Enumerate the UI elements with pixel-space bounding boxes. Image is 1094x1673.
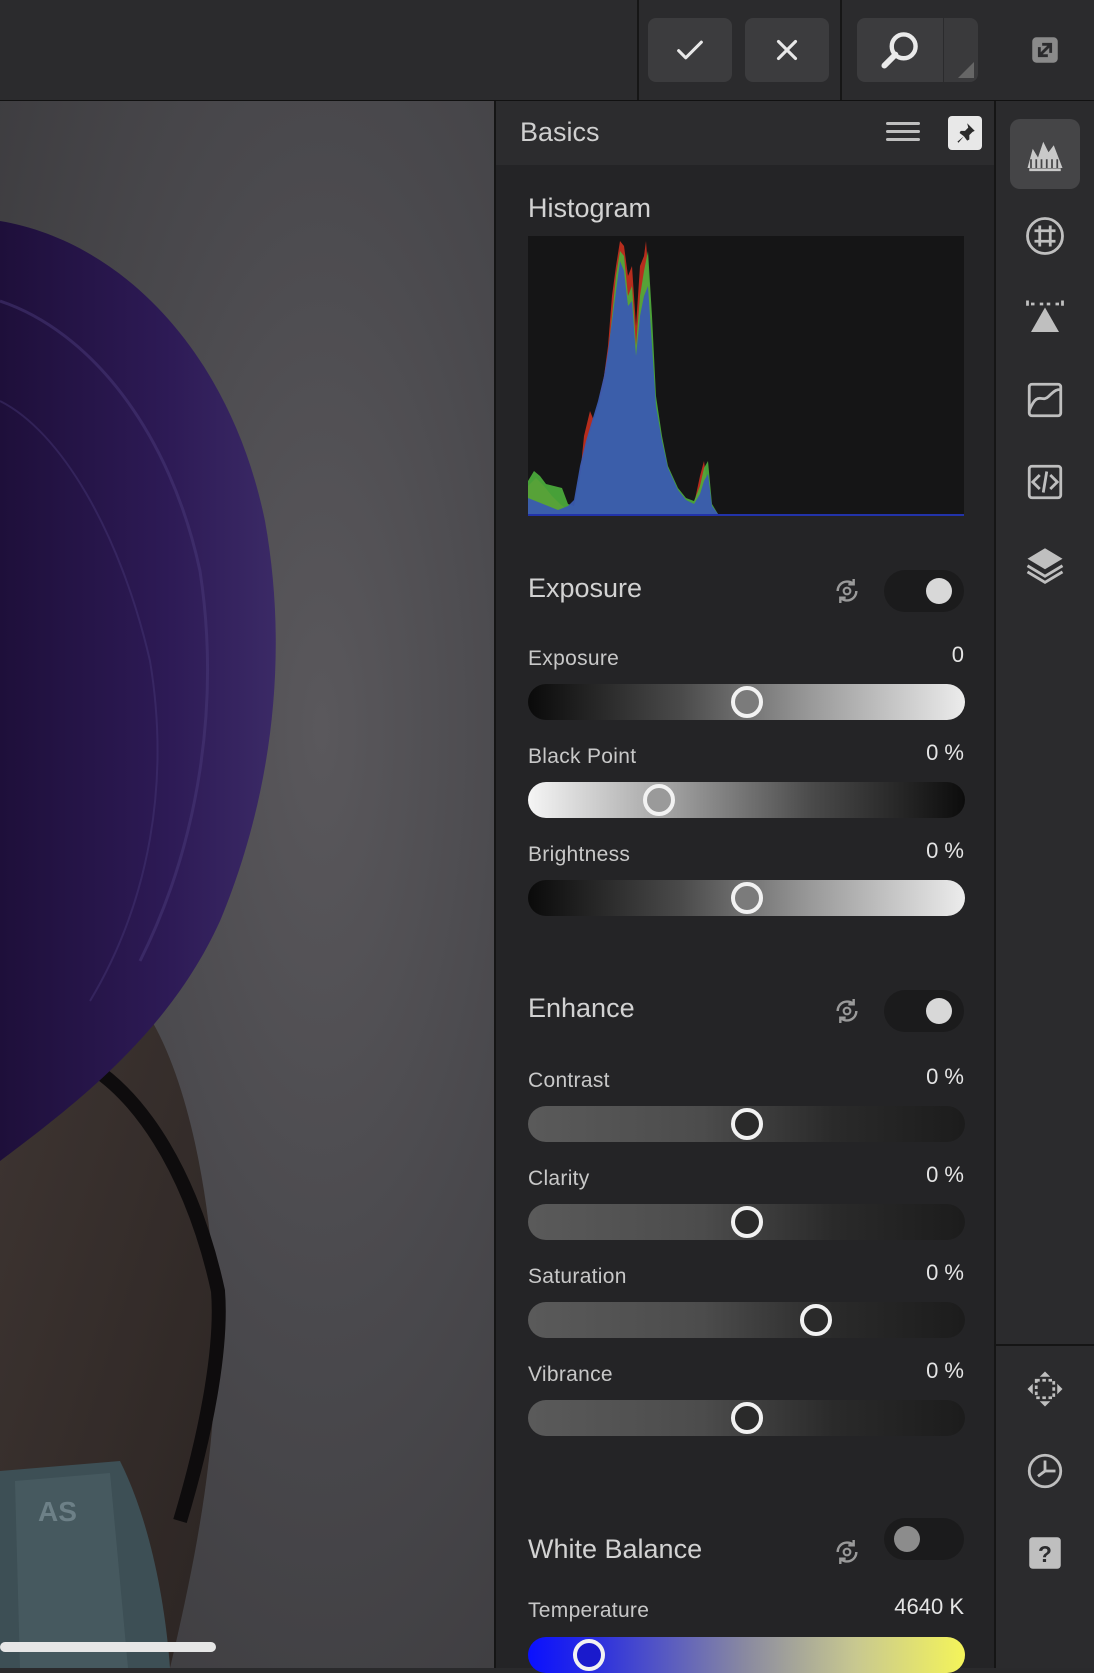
zoom-options-button[interactable]: [943, 18, 978, 82]
slider-thumb[interactable]: [800, 1304, 833, 1336]
slider-value[interactable]: 0 %: [926, 740, 964, 766]
histogram-icon: [1027, 141, 1063, 172]
top-toolbar: [0, 0, 1094, 101]
slider-thumb[interactable]: [730, 1402, 763, 1434]
close-icon: [776, 39, 798, 61]
grid-tool-button[interactable]: [1010, 201, 1080, 271]
slider-thumb[interactable]: [730, 686, 763, 718]
basics-panel: Basics Histogram Exposure Exposure 0 Bla…: [494, 101, 996, 1673]
menu-icon-line: [886, 130, 920, 133]
white-balance-section-title: White Balance: [528, 1534, 703, 1564]
slider-label: Contrast: [528, 1069, 610, 1092]
slider-label: Exposure: [528, 647, 620, 670]
curves-tool-button[interactable]: [1010, 365, 1080, 435]
contrast-slider[interactable]: [528, 1106, 965, 1142]
clarity-slider[interactable]: [528, 1204, 965, 1240]
black-point-slider[interactable]: [528, 782, 965, 818]
exposure-slider[interactable]: [528, 684, 965, 720]
exposure-section-title: Exposure: [528, 573, 643, 603]
slider-thumb[interactable]: [573, 1639, 606, 1671]
pin-button[interactable]: [948, 116, 982, 150]
cancel-button[interactable]: [745, 18, 829, 82]
histogram-title: Histogram: [528, 193, 652, 223]
panel-header: Basics: [496, 101, 994, 165]
dropdown-corner-icon: [958, 62, 974, 78]
help-button[interactable]: ?: [1010, 1518, 1080, 1588]
enhance-toggle[interactable]: [884, 990, 964, 1032]
slider-value[interactable]: 0 %: [926, 1358, 964, 1384]
slider-value[interactable]: 0 %: [926, 1260, 964, 1286]
move-icon: [1027, 1371, 1063, 1407]
exposure-toggle[interactable]: [884, 570, 964, 612]
slider-thumb[interactable]: [730, 1108, 763, 1140]
slider-value[interactable]: 4640 K: [894, 1594, 964, 1620]
toolbar-divider: [996, 1344, 1094, 1346]
slider-value[interactable]: 0 %: [926, 1162, 964, 1188]
enhance-section-title: Enhance: [528, 993, 635, 1023]
histogram-graph: [528, 241, 964, 516]
slider-value[interactable]: 0 %: [926, 838, 964, 864]
histogram-chart: [528, 236, 964, 516]
slider-label: Saturation: [528, 1265, 627, 1288]
zoom-button[interactable]: [857, 18, 943, 82]
reset-icon[interactable]: [831, 1536, 863, 1568]
slider-label: Temperature: [528, 1599, 650, 1622]
photo-image: AS: [0, 221, 276, 1668]
expand-button[interactable]: [1020, 30, 1070, 70]
slider-thumb[interactable]: [643, 784, 676, 816]
saturation-slider[interactable]: [528, 1302, 965, 1338]
menu-icon: [886, 122, 920, 125]
slider-value[interactable]: 0: [952, 642, 964, 668]
slider-thumb[interactable]: [730, 882, 763, 914]
toggle-knob: [926, 998, 952, 1024]
slider-label: Brightness: [528, 843, 631, 866]
sharpen-icon: [1026, 300, 1064, 332]
slider-label: Clarity: [528, 1167, 590, 1190]
toggle-knob: [926, 578, 952, 604]
menu-icon-line: [886, 138, 920, 141]
white-balance-toggle[interactable]: [884, 1518, 964, 1560]
panel-menu-button[interactable]: [886, 117, 920, 149]
svg-text:?: ?: [1038, 1541, 1052, 1567]
panel-title: Basics: [520, 117, 600, 147]
slider-value[interactable]: 0 %: [926, 1064, 964, 1090]
toggle-knob: [894, 1526, 920, 1552]
toolbar-divider: [840, 0, 842, 100]
brightness-slider[interactable]: [528, 880, 965, 916]
home-indicator[interactable]: [0, 1642, 216, 1652]
grid-icon: [1026, 217, 1064, 255]
slider-thumb[interactable]: [730, 1206, 763, 1238]
slider-label: Black Point: [528, 745, 637, 768]
slider-label: Vibrance: [528, 1363, 613, 1386]
expand-icon: [1032, 37, 1058, 63]
reset-icon[interactable]: [831, 995, 863, 1027]
photo-canvas[interactable]: AS: [0, 101, 494, 1668]
history-icon: [1027, 1453, 1063, 1489]
magnifier-icon: [881, 32, 918, 69]
book-text: AS: [38, 1496, 77, 1527]
move-tool-button[interactable]: [1010, 1354, 1080, 1424]
right-toolbar: ?: [996, 101, 1094, 1668]
checkmark-icon: [677, 40, 703, 60]
layers-tool-button[interactable]: [1010, 529, 1080, 599]
histogram-tool-button[interactable]: [1010, 119, 1080, 189]
sharpen-tool-button[interactable]: [1010, 283, 1080, 353]
help-icon: ?: [1029, 1537, 1061, 1569]
pin-icon: [957, 123, 975, 143]
apply-button[interactable]: [648, 18, 732, 82]
vibrance-slider[interactable]: [528, 1400, 965, 1436]
code-icon: [1027, 464, 1063, 500]
code-tool-button[interactable]: [1010, 447, 1080, 517]
layers-icon: [1026, 548, 1064, 585]
history-tool-button[interactable]: [1010, 1436, 1080, 1506]
toolbar-divider: [637, 0, 639, 100]
curves-icon: [1027, 382, 1063, 418]
reset-icon[interactable]: [831, 575, 863, 607]
